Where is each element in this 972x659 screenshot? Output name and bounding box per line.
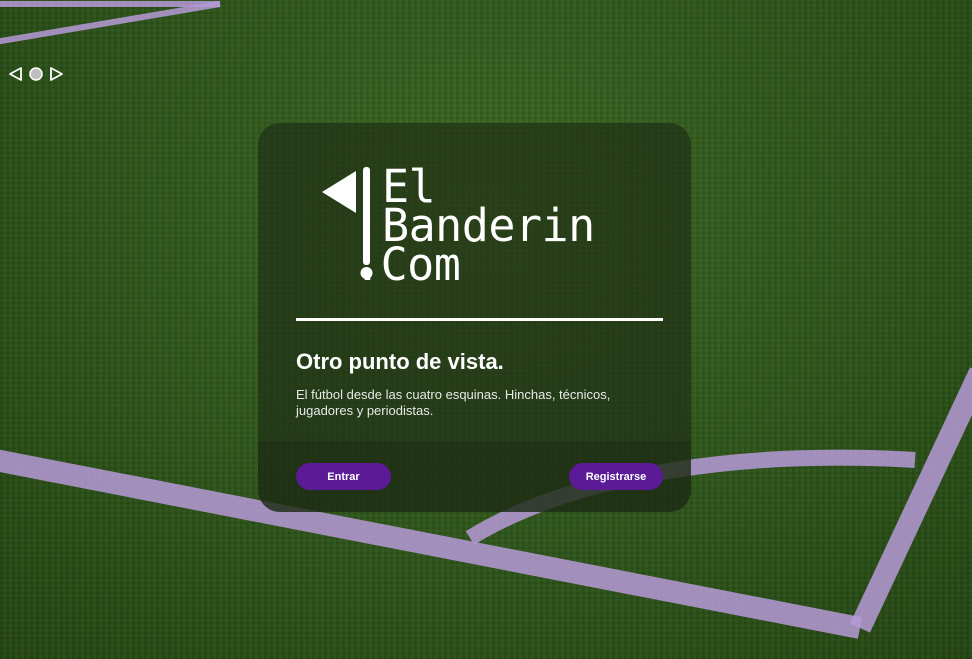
login-button[interactable]: Entrar [296, 463, 391, 490]
welcome-card: El Banderin .Com Otro punto de vista. El… [258, 123, 691, 512]
prev-icon[interactable] [8, 66, 24, 82]
register-button[interactable]: Registrarse [569, 463, 663, 490]
hero-headline: Otro punto de vista. [296, 349, 504, 374]
next-icon[interactable] [48, 66, 64, 82]
carousel-controls [8, 66, 64, 82]
dot-icon[interactable] [28, 66, 44, 82]
divider [296, 318, 663, 321]
hero-background: El Banderin .Com Otro punto de vista. El… [0, 0, 972, 659]
brand-logo: El Banderin .Com [322, 164, 652, 287]
brand-wordmark: El Banderin .Com [354, 164, 595, 287]
hero-description: El fútbol desde las cuatro esquinas. Hin… [296, 387, 611, 418]
